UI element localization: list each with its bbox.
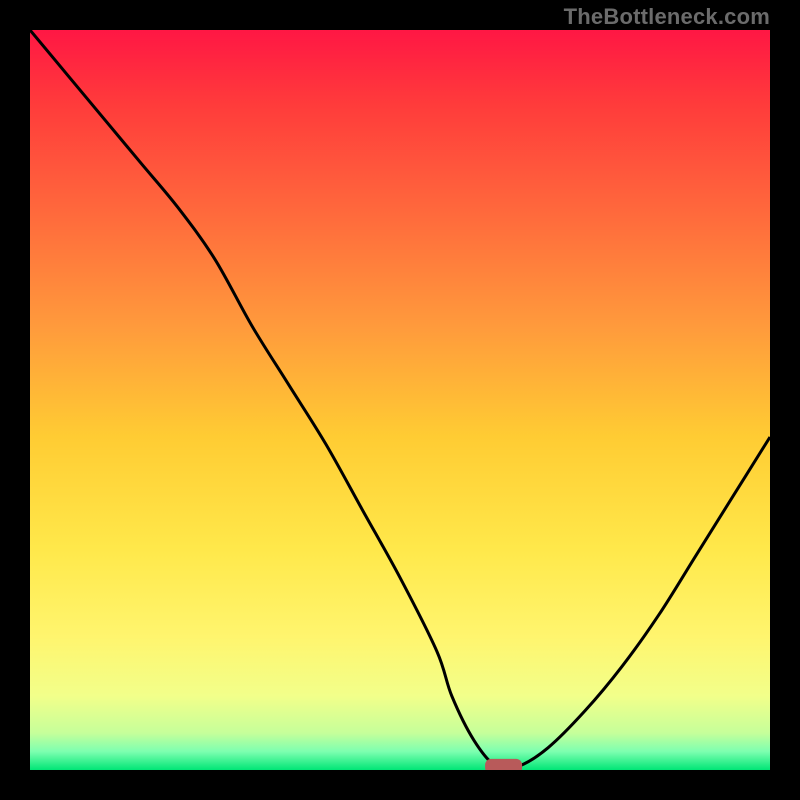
gradient-background — [30, 30, 770, 770]
plot-area — [30, 30, 770, 770]
optimal-marker — [485, 759, 522, 770]
chart-frame: TheBottleneck.com — [0, 0, 800, 800]
bottleneck-chart — [30, 30, 770, 770]
watermark-text: TheBottleneck.com — [564, 4, 770, 30]
